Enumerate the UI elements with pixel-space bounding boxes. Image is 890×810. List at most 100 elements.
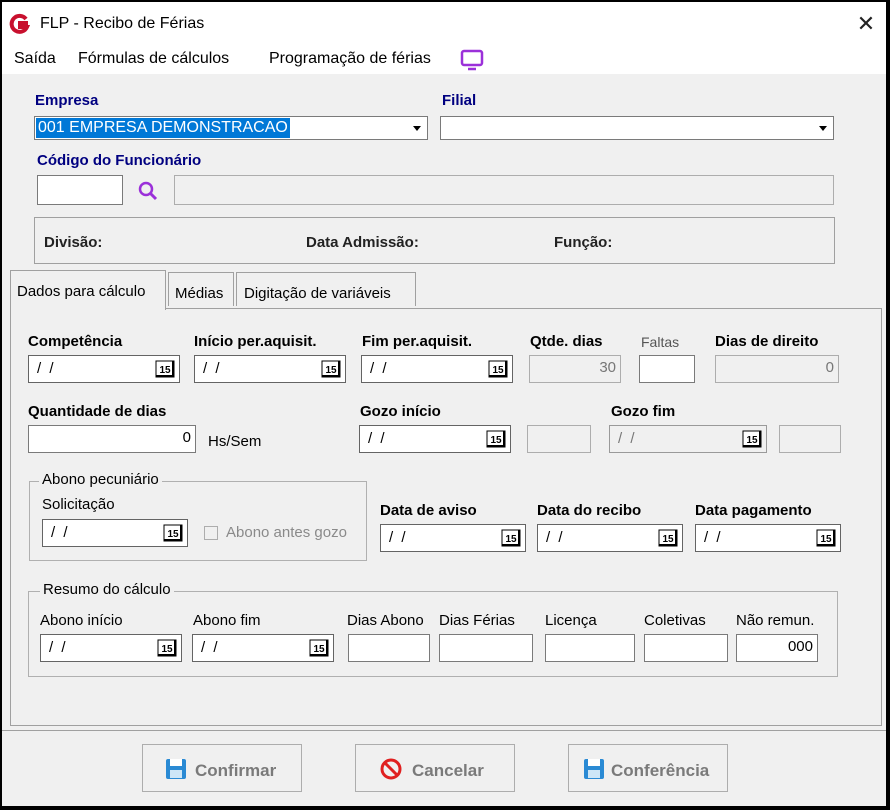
empresa-select[interactable]: 001 EMPRESA DEMONSTRACAO	[34, 116, 428, 140]
filial-label: Filial	[442, 92, 477, 109]
svg-text:15: 15	[492, 365, 504, 376]
svg-text:15: 15	[161, 644, 173, 655]
fim-per-aquisit-label: Fim per.aquisit.	[362, 333, 473, 350]
tab-digitacao-variaveis-label: Digitação de variáveis	[244, 285, 391, 302]
svg-text:15: 15	[662, 534, 674, 545]
resumo-calculo-title: Resumo do cálculo	[40, 581, 174, 598]
calendar-icon[interactable]: 15	[157, 639, 177, 657]
cancelar-label: Cancelar	[412, 761, 484, 780]
coletivas-label: Coletivas	[644, 612, 706, 629]
tab-medias[interactable]: Médias	[168, 272, 234, 306]
inicio-per-aquisit-date-input[interactable]: / / 15	[194, 355, 346, 383]
menu-programacao-ferias[interactable]: Programação de férias	[269, 50, 431, 68]
calendar-icon[interactable]: 15	[658, 529, 678, 547]
data-aviso-date-input[interactable]: / / 15	[380, 524, 526, 552]
empresa-dropdown-icon[interactable]	[408, 118, 426, 138]
empresa-label: Empresa	[35, 92, 99, 109]
menu-saida[interactable]: Saída	[14, 50, 56, 68]
nome-funcionario-field	[174, 175, 834, 205]
abono-fim-date-input[interactable]: / / 15	[192, 634, 334, 662]
quantidade-dias-value: 0	[182, 429, 191, 446]
dias-direito-value: 0	[825, 359, 834, 376]
search-icon[interactable]	[137, 180, 159, 202]
quantidade-dias-input[interactable]: 0	[28, 425, 196, 453]
data-pagamento-value: / /	[704, 529, 723, 546]
recibo-ferias-window: FLP - Recibo de Férias ✕ Saída Fórmulas …	[2, 2, 886, 806]
calendar-icon[interactable]: 15	[309, 639, 329, 657]
licenca-label: Licença	[545, 612, 597, 629]
tab-panel-dados-calculo: Competência / / 15 Início per.aquisit. /…	[10, 308, 882, 726]
calendar-icon[interactable]: 15	[488, 360, 508, 378]
competencia-value: / /	[37, 360, 56, 377]
menu-bar: Saída Fórmulas de cálculos Programação d…	[2, 46, 886, 74]
svg-text:15: 15	[505, 534, 517, 545]
monitor-icon[interactable]	[460, 49, 484, 71]
nao-remun-value: 000	[787, 638, 813, 655]
abono-antes-gozo-checkbox	[204, 526, 218, 540]
dias-abono-field[interactable]	[348, 634, 430, 662]
gozo-fim-label: Gozo fim	[611, 403, 676, 420]
abono-antes-gozo-label: Abono antes gozo	[226, 524, 347, 541]
coletivas-field[interactable]	[644, 634, 728, 662]
nao-remun-label: Não remun.	[736, 612, 815, 629]
svg-text:15: 15	[167, 529, 179, 540]
cancelar-button[interactable]: Cancelar	[355, 744, 515, 792]
solicitacao-label: Solicitação	[42, 496, 115, 513]
svg-text:15: 15	[746, 435, 758, 446]
calendar-icon[interactable]: 15	[486, 430, 506, 448]
confirmar-button[interactable]: Confirmar	[142, 744, 302, 792]
data-aviso-label: Data de aviso	[380, 502, 477, 519]
abono-fim-label: Abono fim	[193, 612, 261, 629]
dias-direito-label: Dias de direito	[715, 333, 819, 350]
close-icon[interactable]: ✕	[852, 10, 880, 38]
gozo-fim-date-input: / / 15	[609, 425, 767, 453]
svg-text:15: 15	[820, 534, 832, 545]
menu-formulas-calculos[interactable]: Fórmulas de cálculos	[78, 50, 229, 68]
nao-remun-field[interactable]: 000	[736, 634, 818, 662]
data-pagamento-date-input[interactable]: / / 15	[695, 524, 841, 552]
cancel-icon	[380, 758, 402, 780]
gozo-inicio-hora-field	[527, 425, 591, 453]
svg-text:15: 15	[313, 644, 325, 655]
filial-select[interactable]	[440, 116, 834, 140]
abono-inicio-date-input[interactable]: / / 15	[40, 634, 182, 662]
tab-dados-calculo[interactable]: Dados para cálculo	[10, 270, 166, 310]
tab-dados-calculo-label: Dados para cálculo	[17, 283, 146, 300]
gozo-inicio-value: / /	[368, 430, 387, 447]
dias-ferias-field[interactable]	[439, 634, 533, 662]
app-logo-icon	[9, 13, 30, 34]
data-pagamento-label: Data pagamento	[695, 502, 812, 519]
tab-digitacao-variaveis[interactable]: Digitação de variáveis	[236, 272, 416, 306]
calendar-icon[interactable]: 15	[321, 360, 341, 378]
competencia-date-input[interactable]: / / 15	[28, 355, 180, 383]
gozo-inicio-date-input[interactable]: / / 15	[359, 425, 511, 453]
svg-text:15: 15	[159, 365, 171, 376]
competencia-label: Competência	[28, 333, 123, 350]
tab-medias-label: Médias	[175, 285, 224, 302]
funcao-label: Função:	[554, 234, 613, 251]
svg-text:15: 15	[490, 435, 502, 446]
codigo-funcionario-input[interactable]	[37, 175, 123, 205]
hs-sem-label: Hs/Sem	[208, 433, 262, 450]
licenca-field[interactable]	[545, 634, 635, 662]
gozo-fim-value: / /	[618, 430, 637, 447]
conferencia-button[interactable]: Conferência	[568, 744, 728, 792]
qtde-dias-label: Qtde. dias	[530, 333, 603, 350]
title-bar: FLP - Recibo de Férias ✕	[2, 2, 886, 46]
quantidade-dias-label: Quantidade de dias	[28, 403, 167, 420]
filial-dropdown-icon[interactable]	[814, 118, 832, 138]
solicitacao-date-input[interactable]: / / 15	[42, 519, 188, 547]
calendar-icon[interactable]: 15	[501, 529, 521, 547]
faltas-input[interactable]	[639, 355, 695, 383]
calendar-icon[interactable]: 15	[155, 360, 175, 378]
data-recibo-date-input[interactable]: / / 15	[537, 524, 683, 552]
faltas-label: Faltas	[641, 334, 680, 350]
fim-per-aquisit-date-input[interactable]: / / 15	[361, 355, 513, 383]
confirmar-label: Confirmar	[195, 761, 277, 780]
dias-abono-label: Dias Abono	[347, 612, 424, 629]
gozo-fim-hora-field	[779, 425, 841, 453]
dias-direito-field: 0	[715, 355, 839, 383]
window-title: FLP - Recibo de Férias	[40, 15, 205, 32]
calendar-icon[interactable]: 15	[816, 529, 836, 547]
calendar-icon[interactable]: 15	[163, 524, 183, 542]
